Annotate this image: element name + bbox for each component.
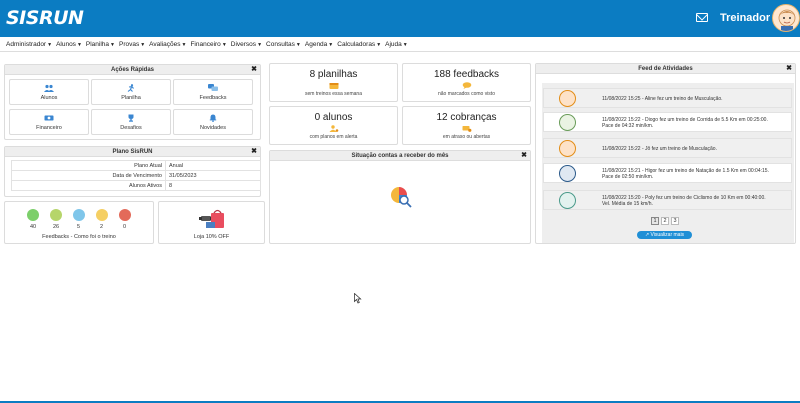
users-icon	[44, 84, 54, 92]
sisrun-logo[interactable]: SISRUN	[6, 7, 84, 29]
plan-title: Plano SisRUN ✖	[5, 147, 260, 157]
menu-item-consultas[interactable]: Consultas▼	[266, 41, 301, 48]
mood-bad-icon	[96, 209, 108, 221]
quick-actions-panel: Ações Rápidas ✖ Alunos Planilha Feedback…	[4, 64, 261, 140]
pagination-page-2[interactable]: 2	[661, 217, 669, 225]
quick-action-financeiro[interactable]: Financeiro	[9, 109, 89, 135]
runner-icon	[127, 84, 134, 92]
close-icon[interactable]: ✖	[251, 65, 257, 75]
mood-count: 2	[100, 224, 104, 230]
user-avatar	[559, 165, 576, 182]
user-avatar	[559, 90, 576, 107]
menu-item-agenda[interactable]: Agenda▼	[305, 41, 333, 48]
quick-action-desafios[interactable]: Desafios	[91, 109, 171, 135]
close-icon[interactable]: ✖	[251, 147, 257, 157]
feed-item[interactable]: 11/08/2022 15:21 - Higor fez um treino d…	[543, 163, 792, 183]
close-icon[interactable]: ✖	[521, 151, 527, 161]
money-alert-icon	[462, 126, 471, 132]
mood-count: 5	[77, 224, 81, 230]
view-more-button[interactable]: ↗ Visualizar mais	[637, 231, 692, 239]
table-row: Plano Atual Anual	[11, 160, 261, 171]
user-avatar	[559, 114, 576, 131]
table-row: Data de Vencimento 31/05/2023	[11, 170, 261, 181]
top-bar: SISRUN Treinador	[0, 0, 800, 37]
feed-item[interactable]: 11/08/2022 15:20 - Poly fez um treino de…	[543, 190, 792, 210]
mood-caption: Feedbacks - Como foi o treino	[42, 234, 116, 240]
chat-icon	[208, 84, 218, 91]
user-avatar	[559, 140, 576, 157]
stat-cobrancas[interactable]: 12 cobranças em atraso ou abertas	[402, 106, 531, 145]
plan-table: Plano Atual Anual Data de Vencimento 31/05…	[11, 160, 261, 191]
chat-bubble-icon	[462, 82, 471, 89]
feed-item[interactable]: 11/08/2022 15:25 - Aline fez um treino d…	[543, 88, 792, 108]
mouse-cursor-icon	[354, 293, 362, 304]
mood-ok-icon	[73, 209, 85, 221]
menu-item-administrador[interactable]: Administrador▼	[6, 41, 52, 48]
money-icon	[44, 115, 54, 121]
menu-item-financeiro[interactable]: Financeiro▼	[190, 41, 226, 48]
menu-item-ajuda[interactable]: Ajuda▼	[385, 41, 408, 48]
quick-action-planilha[interactable]: Planilha	[91, 79, 171, 105]
table-row: Alunos Ativos 8	[11, 180, 261, 191]
pagination-page-3[interactable]: 3	[671, 217, 679, 225]
user-alert-icon	[329, 125, 338, 132]
store-bag-icon	[199, 209, 224, 228]
store-caption: Loja 10% OFF	[193, 234, 230, 240]
close-icon[interactable]: ✖	[786, 64, 792, 74]
stat-planilhas[interactable]: 8 planilhas sem treinos essa semana	[269, 63, 398, 102]
mood-good-icon	[50, 209, 62, 221]
user-name[interactable]: Treinador	[720, 12, 770, 24]
store-panel[interactable]: Loja 10% OFF	[158, 201, 265, 244]
feed-title: Feed de Atividades ✖	[536, 64, 795, 74]
loading-chart-icon	[391, 187, 412, 208]
menu-item-calculadoras[interactable]: Calculadoras▼	[337, 41, 381, 48]
main-menu: Administrador▼ Alunos▼ Planilha▼ Provas▼…	[0, 37, 800, 52]
stat-alunos[interactable]: 0 alunos com planos em alerta	[269, 106, 398, 145]
plan-panel: Plano SisRUN ✖ Plano Atual Anual Data de …	[4, 146, 261, 197]
quick-actions-title: Ações Rápidas ✖	[5, 65, 260, 75]
mood-count: 26	[53, 224, 60, 230]
feed-item[interactable]: 11/08/2022 15:22 - Diogo fez um treino d…	[543, 112, 792, 132]
menu-item-planilha[interactable]: Planilha▼	[86, 41, 115, 48]
quick-action-alunos[interactable]: Alunos	[9, 79, 89, 105]
accounts-panel: Situação contas a receber do mês ✖	[269, 150, 531, 244]
menu-item-avaliacoes[interactable]: Avaliações▼	[149, 41, 186, 48]
user-avatar[interactable]	[772, 4, 800, 32]
trophy-icon	[128, 114, 134, 122]
accounts-title: Situação contas a receber do mês ✖	[270, 151, 530, 161]
menu-item-alunos[interactable]: Alunos▼	[56, 41, 82, 48]
quick-action-feedbacks[interactable]: Feedbacks	[173, 79, 253, 105]
feed-item[interactable]: 11/08/2022 15:22 - Jô fez um treino de M…	[543, 138, 792, 158]
feedback-mood-panel[interactable]: 40 26 5 2 0 Feedbacks - Como foi o trein…	[4, 201, 154, 244]
mood-count: 40	[30, 224, 37, 230]
menu-item-provas[interactable]: Provas▼	[119, 41, 145, 48]
stat-feedbacks[interactable]: 188 feedbacks não marcados como visto	[402, 63, 531, 102]
mood-count: 0	[123, 224, 127, 230]
mail-icon[interactable]	[696, 13, 708, 22]
user-avatar	[559, 192, 576, 209]
bell-icon	[209, 114, 217, 122]
menu-item-diversos[interactable]: Diversos▼	[231, 41, 262, 48]
pagination-page-1[interactable]: 1	[651, 217, 659, 225]
mood-awful-icon	[119, 209, 131, 221]
mood-great-icon	[27, 209, 39, 221]
quick-action-novidades[interactable]: Novidades	[173, 109, 253, 135]
calendar-icon	[329, 83, 338, 89]
